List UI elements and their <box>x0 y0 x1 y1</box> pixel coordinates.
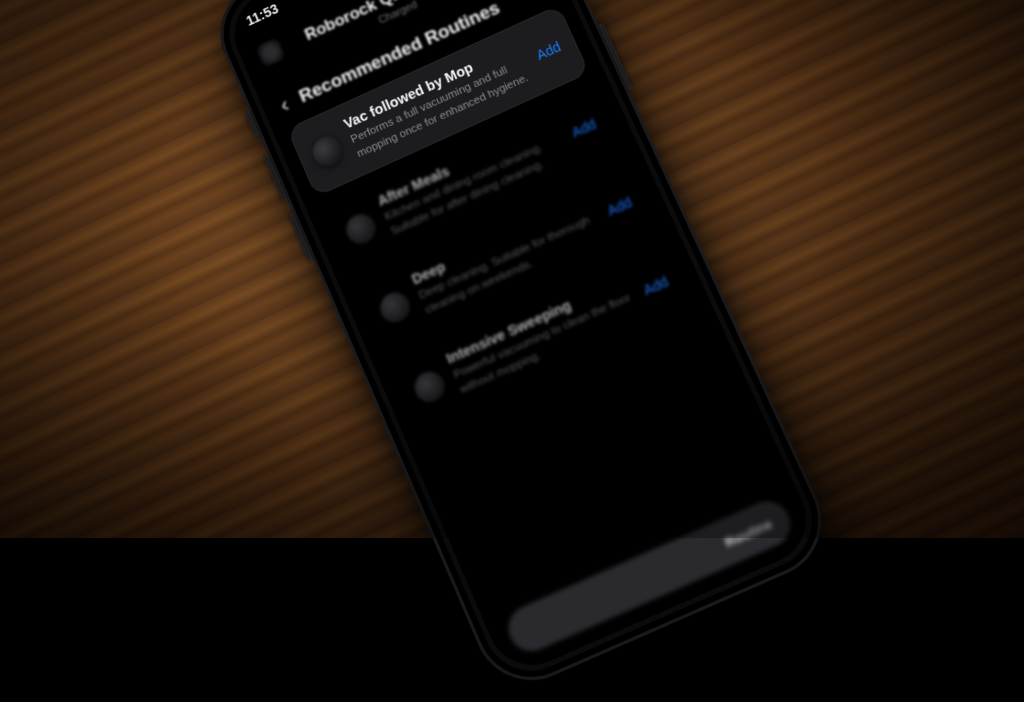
bottom-action-label: Routine <box>722 515 774 549</box>
routine-icon <box>375 287 414 326</box>
add-button[interactable]: Add <box>566 111 602 144</box>
add-button[interactable]: Add <box>601 189 637 223</box>
back-button[interactable]: ‹ <box>277 94 292 116</box>
status-time: 11:53 <box>244 1 281 29</box>
routine-icon <box>410 367 449 407</box>
routine-icon <box>308 132 346 171</box>
routine-icon <box>342 209 381 248</box>
add-button[interactable]: Add <box>637 268 674 302</box>
add-button[interactable]: Add <box>531 34 567 67</box>
